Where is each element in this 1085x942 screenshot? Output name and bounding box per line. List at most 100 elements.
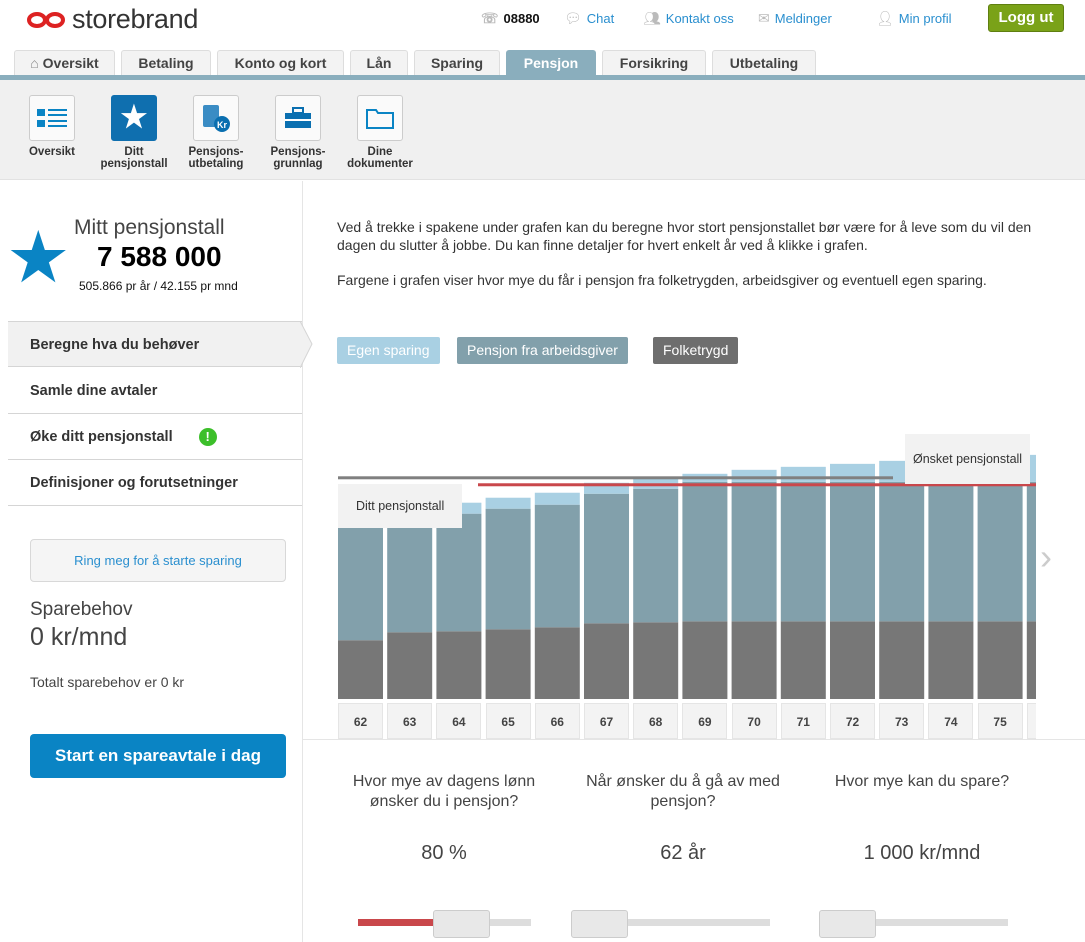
bar-arbeidsgiver[interactable]	[780, 481, 826, 622]
year-label[interactable]: 73	[879, 703, 925, 739]
bar-folketrygd[interactable]	[928, 621, 974, 699]
subnav-dine-dokumenter[interactable]: Dine dokumenter	[340, 95, 420, 170]
bar-egen-sparing[interactable]	[534, 492, 580, 505]
bar-arbeidsgiver[interactable]	[1026, 481, 1036, 622]
bar-arbeidsgiver[interactable]	[633, 488, 679, 623]
bar-folketrygd[interactable]	[338, 640, 383, 699]
menu-definisjoner[interactable]: Definisjoner og forutsetninger	[8, 460, 302, 506]
bar-arbeidsgiver[interactable]	[338, 525, 383, 641]
phone-icon: ☏	[481, 10, 499, 26]
subnav-label: Pensjons-	[188, 146, 244, 158]
storebrand-logo[interactable]: storebrand	[26, 4, 198, 35]
briefcase-icon	[275, 95, 321, 141]
bar-arbeidsgiver[interactable]	[534, 504, 580, 628]
legend-folketrygd[interactable]: Folketrygd	[653, 337, 739, 364]
tab-betaling[interactable]: Betaling	[121, 50, 211, 75]
menu-samle[interactable]: Samle dine avtaler	[8, 368, 302, 414]
kontakt-link[interactable]: 👥︎ Kontakt oss	[643, 10, 734, 27]
year-label[interactable]: 66	[534, 703, 580, 739]
year-label[interactable]: 68	[633, 703, 679, 739]
tab-forsikring[interactable]: Forsikring	[602, 50, 706, 75]
year-label[interactable]: 74	[928, 703, 974, 739]
menu-beregne[interactable]: Beregne hva du behøver	[8, 321, 302, 367]
tab-label: Oversikt	[42, 55, 99, 71]
bar-arbeidsgiver[interactable]	[830, 481, 875, 622]
year-label[interactable]: 72	[830, 703, 875, 739]
intro-paragraph-1: Ved å trekke i spakene under grafen kan …	[337, 219, 1032, 253]
bar-folketrygd[interactable]	[1026, 621, 1036, 699]
envelope-icon: ✉	[758, 10, 770, 26]
slider-value-salary: 80 %	[421, 842, 467, 864]
subnav-label: grunnlag	[273, 158, 323, 170]
bar-arbeidsgiver[interactable]	[436, 513, 482, 632]
bar-folketrygd[interactable]	[436, 631, 482, 699]
bar-folketrygd[interactable]	[633, 622, 679, 699]
profil-link[interactable]: 👤︎ Min profil	[876, 10, 952, 27]
bar-arbeidsgiver[interactable]	[485, 508, 531, 630]
chevron-right-icon[interactable]: ›	[1040, 536, 1052, 578]
year-label[interactable]: 62	[338, 703, 383, 739]
calculator-kr-icon: Kr	[193, 95, 239, 141]
bar-arbeidsgiver[interactable]	[977, 481, 1023, 622]
slider-question-age: Når ønsker du å gå av med pensjon?	[586, 773, 780, 810]
tab-oversikt[interactable]: ⌂ Oversikt	[14, 50, 115, 75]
user-icon: 👤︎	[876, 10, 894, 26]
tab-konto-og-kort[interactable]: Konto og kort	[217, 50, 344, 75]
bar-arbeidsgiver[interactable]	[928, 481, 974, 622]
bar-arbeidsgiver[interactable]	[682, 481, 728, 622]
subnav-pensjonsgrunnlag[interactable]: Pensjons-grunnlag	[258, 95, 338, 170]
subnav-label: utbetaling	[188, 158, 244, 170]
subnav-pensjonsutbetaling[interactable]: Kr Pensjons-utbetaling	[176, 95, 256, 170]
bar-arbeidsgiver[interactable]	[731, 481, 777, 622]
slider-handle-savings[interactable]	[819, 910, 876, 938]
bar-folketrygd[interactable]	[682, 621, 728, 699]
year-label[interactable]: 69	[682, 703, 728, 739]
bar-folketrygd[interactable]	[977, 621, 1023, 699]
bar-folketrygd[interactable]	[731, 621, 777, 699]
start-savings-button[interactable]: Start en spareavtale i dag	[30, 734, 286, 778]
meldinger-link[interactable]: ✉ Meldinger	[758, 10, 832, 27]
legend-arbeidsgiver[interactable]: Pensjon fra arbeidsgiver	[457, 337, 628, 364]
year-label[interactable]: 75	[977, 703, 1023, 739]
svg-text:Kr: Kr	[217, 120, 227, 130]
bar-arbeidsgiver[interactable]	[879, 481, 925, 622]
star-icon: ★	[111, 95, 157, 141]
legend-egen-sparing[interactable]: Egen sparing	[337, 337, 440, 364]
bar-arbeidsgiver[interactable]	[584, 493, 629, 624]
bar-folketrygd[interactable]	[387, 632, 433, 699]
tab-pensjon[interactable]: Pensjon	[506, 50, 596, 75]
bar-egen-sparing[interactable]	[731, 469, 777, 482]
year-label[interactable]: 67	[584, 703, 629, 739]
year-label[interactable]: 76	[1026, 703, 1036, 739]
bar-egen-sparing[interactable]	[780, 466, 826, 482]
call-me-button[interactable]: Ring meg for å starte sparing	[30, 539, 286, 582]
summary-title: Mitt pensjonstall	[74, 216, 225, 239]
bar-folketrygd[interactable]	[485, 629, 531, 699]
bar-folketrygd[interactable]	[534, 627, 580, 699]
slider-fill-salary	[358, 919, 444, 926]
year-label[interactable]: 65	[485, 703, 531, 739]
tab-utbetaling[interactable]: Utbetaling	[712, 50, 816, 75]
label-onsket-pensjonstall: Ønsket pensjonstall	[905, 434, 1031, 484]
slider-handle-age[interactable]	[571, 910, 628, 938]
logout-button[interactable]: Logg ut	[988, 4, 1064, 32]
bar-egen-sparing[interactable]	[485, 497, 531, 509]
tab-lan[interactable]: Lån	[350, 50, 408, 75]
bar-folketrygd[interactable]	[879, 621, 925, 699]
subnav-oversikt[interactable]: Oversikt	[12, 95, 92, 158]
pension-chart[interactable]: 626364656667686970717273747576 Ditt pens…	[338, 420, 1036, 740]
year-label[interactable]: 70	[731, 703, 777, 739]
year-label[interactable]: 63	[387, 703, 433, 739]
bar-folketrygd[interactable]	[584, 623, 629, 699]
menu-oke[interactable]: Øke ditt pensjonstall!	[8, 414, 302, 460]
year-label[interactable]: 71	[780, 703, 826, 739]
tab-sparing[interactable]: Sparing	[414, 50, 500, 75]
active-arrow	[300, 321, 313, 368]
bar-folketrygd[interactable]	[830, 621, 875, 699]
bar-arbeidsgiver[interactable]	[387, 518, 433, 633]
subnav-ditt-pensjonstall[interactable]: ★ Ditt pensjonstall	[94, 95, 174, 170]
bar-folketrygd[interactable]	[780, 621, 826, 699]
chat-link[interactable]: 💬︎ Chat	[564, 10, 614, 27]
slider-handle-salary[interactable]	[433, 910, 491, 938]
year-label[interactable]: 64	[436, 703, 482, 739]
